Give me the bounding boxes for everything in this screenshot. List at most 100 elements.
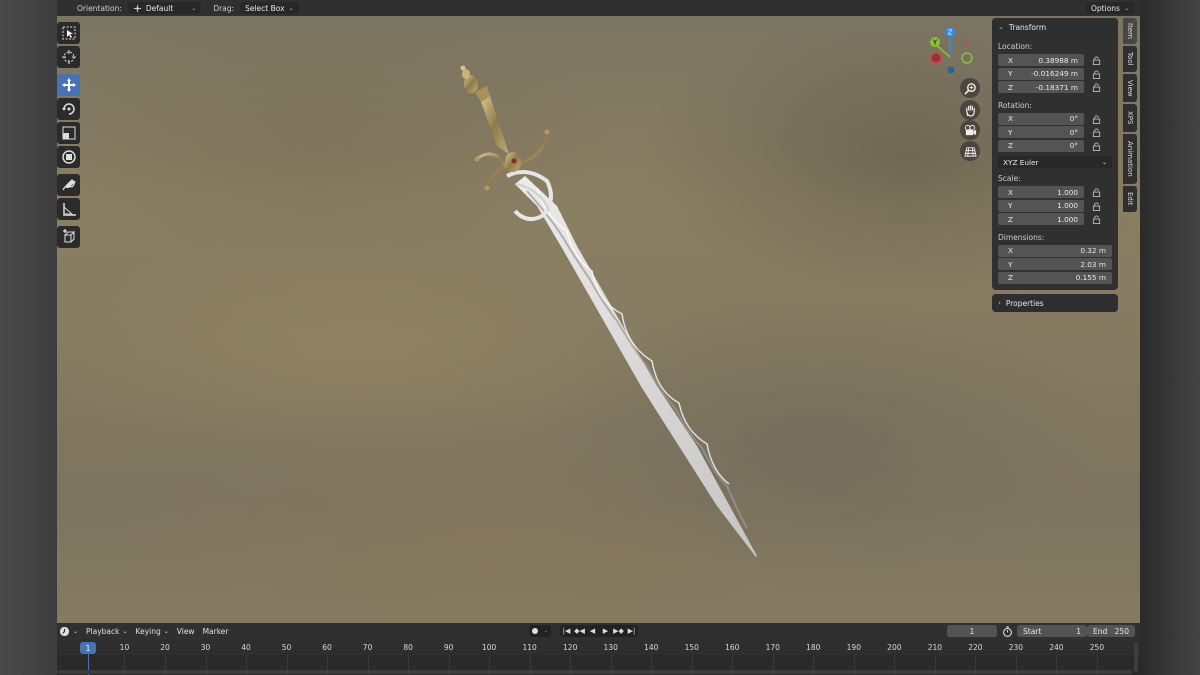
ruler-tick-label: 210 bbox=[927, 643, 943, 652]
ruler-tick-label: 160 bbox=[725, 643, 740, 652]
navigation-gizmo[interactable]: Z Y X bbox=[919, 26, 979, 82]
keying-menu[interactable]: Keying ⌄ bbox=[136, 627, 169, 636]
lock-icon[interactable] bbox=[1090, 68, 1102, 80]
horizontal-scrollbar[interactable] bbox=[57, 670, 1132, 674]
tab-edit[interactable]: Edit bbox=[1123, 186, 1137, 212]
annotate-tool[interactable] bbox=[57, 174, 80, 196]
chevron-down-icon: ⌄ bbox=[1123, 4, 1129, 12]
add-cube-tool[interactable] bbox=[57, 226, 80, 248]
rotation-y-field[interactable]: Y 0° bbox=[998, 126, 1084, 139]
neg-x-axis-icon[interactable] bbox=[930, 52, 942, 64]
svg-text:Z: Z bbox=[948, 29, 953, 37]
vertical-scrollbar[interactable] bbox=[1134, 642, 1138, 672]
stopwatch-icon[interactable] bbox=[1002, 626, 1013, 637]
location-y-field[interactable]: Y -0.016249 m bbox=[998, 67, 1084, 80]
scale-y-field[interactable]: Y 1.000 bbox=[998, 199, 1084, 212]
scale-x-field[interactable]: X 1.000 bbox=[998, 186, 1084, 199]
chevron-right-icon: › bbox=[998, 299, 1001, 307]
transform-panel-header[interactable]: ⌄ Transform bbox=[992, 18, 1118, 36]
rotation-mode-select[interactable]: XYZ Euler ⌄ bbox=[998, 156, 1112, 168]
dimensions-x-row: X 0.32 m bbox=[992, 244, 1118, 259]
lock-icon[interactable] bbox=[1090, 113, 1102, 125]
right-frame bbox=[1140, 0, 1200, 675]
rotation-y-row: Y 0° bbox=[992, 126, 1118, 140]
current-frame-field[interactable]: 1 bbox=[947, 625, 997, 637]
play-reverse-icon[interactable]: ◀ bbox=[586, 625, 599, 637]
tab-view[interactable]: View bbox=[1123, 74, 1137, 102]
rotation-z-field[interactable]: Z 0° bbox=[998, 139, 1084, 152]
scale-tool[interactable] bbox=[57, 122, 80, 144]
options-label: Options bbox=[1091, 3, 1120, 13]
ruler-tick-label: 100 bbox=[481, 643, 497, 652]
drag-value: Select Box bbox=[245, 3, 285, 13]
orientation-dropdown[interactable]: Default ⌄ bbox=[127, 2, 202, 14]
next-keyframe-icon[interactable]: ▶◆ bbox=[612, 625, 625, 637]
timeline-header: ⌄ Playback ⌄ Keying ⌄ View Marker ⌄ |◀ ◆◀ … bbox=[57, 623, 1140, 640]
play-icon[interactable]: ▶ bbox=[599, 625, 612, 637]
svg-text:Y: Y bbox=[932, 39, 938, 47]
neg-z-axis-icon[interactable] bbox=[947, 66, 955, 74]
jump-start-icon[interactable]: |◀ bbox=[560, 625, 573, 637]
marker-menu[interactable]: Marker bbox=[203, 627, 229, 636]
cursor-icon bbox=[61, 50, 76, 64]
drag-dropdown[interactable]: Select Box ⌄ bbox=[240, 2, 299, 14]
dimensions-x-field[interactable]: X 0.32 m bbox=[998, 244, 1112, 257]
zoom-button[interactable] bbox=[960, 78, 980, 98]
ruler-tick-label: 110 bbox=[522, 643, 537, 652]
left-frame bbox=[0, 0, 57, 675]
lock-icon[interactable] bbox=[1090, 55, 1102, 67]
select-box-tool[interactable] bbox=[57, 22, 80, 44]
3d-viewport[interactable]: Z Y X ⌄ Transform Location: X0.38988 m bbox=[57, 16, 1140, 623]
playhead[interactable]: 1 bbox=[80, 642, 96, 654]
location-label: Location: bbox=[998, 42, 1033, 51]
camera-view-button[interactable] bbox=[960, 120, 980, 140]
transform-panel: ⌄ Transform Location: X 0.38988 m Y -0.016… bbox=[992, 18, 1118, 290]
lock-icon[interactable] bbox=[1090, 127, 1102, 139]
measure-tool[interactable] bbox=[57, 198, 80, 220]
ruler-tick-label: 40 bbox=[241, 643, 251, 652]
properties-panel-header[interactable]: › Properties bbox=[992, 294, 1118, 312]
lock-icon[interactable] bbox=[1090, 140, 1102, 152]
rotate-tool[interactable] bbox=[57, 98, 80, 120]
end-frame-field[interactable]: End 250 bbox=[1087, 625, 1135, 637]
playback-controls: |◀ ◆◀ ◀ ▶ ▶◆ ▶| bbox=[560, 625, 638, 637]
pan-button[interactable] bbox=[960, 100, 980, 120]
timeline-ruler[interactable]: 10 20 30 40 50 60 70 80 90 100 110 120 130 140 150 160 1… bbox=[57, 640, 1140, 675]
record-button[interactable]: ⌄ bbox=[529, 625, 551, 637]
ruler-tick-label: 80 bbox=[403, 643, 413, 652]
editor-type-button[interactable]: ⌄ bbox=[59, 626, 78, 637]
tab-tool[interactable]: Tool bbox=[1123, 46, 1137, 72]
lock-icon[interactable] bbox=[1090, 214, 1102, 226]
perspective-toggle-button[interactable] bbox=[960, 141, 980, 161]
prev-keyframe-icon[interactable]: ◆◀ bbox=[573, 625, 586, 637]
dimensions-y-field[interactable]: Y 2.03 m bbox=[998, 258, 1112, 271]
playback-menu[interactable]: Playback ⌄ bbox=[86, 627, 128, 636]
move-tool[interactable] bbox=[57, 74, 80, 96]
jump-end-icon[interactable]: ▶| bbox=[625, 625, 638, 637]
location-z-field[interactable]: Z -0.18371 m bbox=[998, 81, 1084, 94]
properties-title: Properties bbox=[1005, 298, 1044, 308]
start-frame-field[interactable]: Start 1 bbox=[1017, 625, 1087, 637]
lock-icon[interactable] bbox=[1090, 82, 1102, 94]
ruler-tick-label: 150 bbox=[684, 643, 699, 652]
pencil-icon bbox=[61, 179, 76, 191]
drag-label: Drag: bbox=[213, 3, 235, 13]
location-y-row: Y -0.016249 m bbox=[992, 67, 1118, 82]
lock-icon[interactable] bbox=[1090, 200, 1102, 212]
options-dropdown[interactable]: Options ⌄ bbox=[1086, 2, 1134, 14]
dimensions-z-field[interactable]: Z 0.155 m bbox=[998, 271, 1112, 284]
transform-tool[interactable] bbox=[57, 146, 80, 168]
lock-icon[interactable] bbox=[1090, 187, 1102, 199]
tab-xps[interactable]: XPS bbox=[1123, 104, 1137, 132]
tab-animation[interactable]: Animation bbox=[1123, 134, 1137, 184]
location-x-field[interactable]: X 0.38988 m bbox=[998, 54, 1084, 67]
rotation-x-field[interactable]: X 0° bbox=[998, 112, 1084, 125]
neg-y-axis-icon[interactable] bbox=[961, 52, 973, 64]
view-menu[interactable]: View bbox=[177, 627, 195, 636]
sidebar-panel: ⌄ Transform Location: X 0.38988 m Y -0.016… bbox=[992, 18, 1118, 312]
ruler-tick-label: 240 bbox=[1049, 643, 1064, 652]
cursor-tool[interactable] bbox=[57, 46, 80, 68]
move-icon bbox=[61, 78, 76, 92]
scale-z-field[interactable]: Z 1.000 bbox=[998, 213, 1084, 226]
tab-item[interactable]: Item bbox=[1123, 18, 1137, 44]
